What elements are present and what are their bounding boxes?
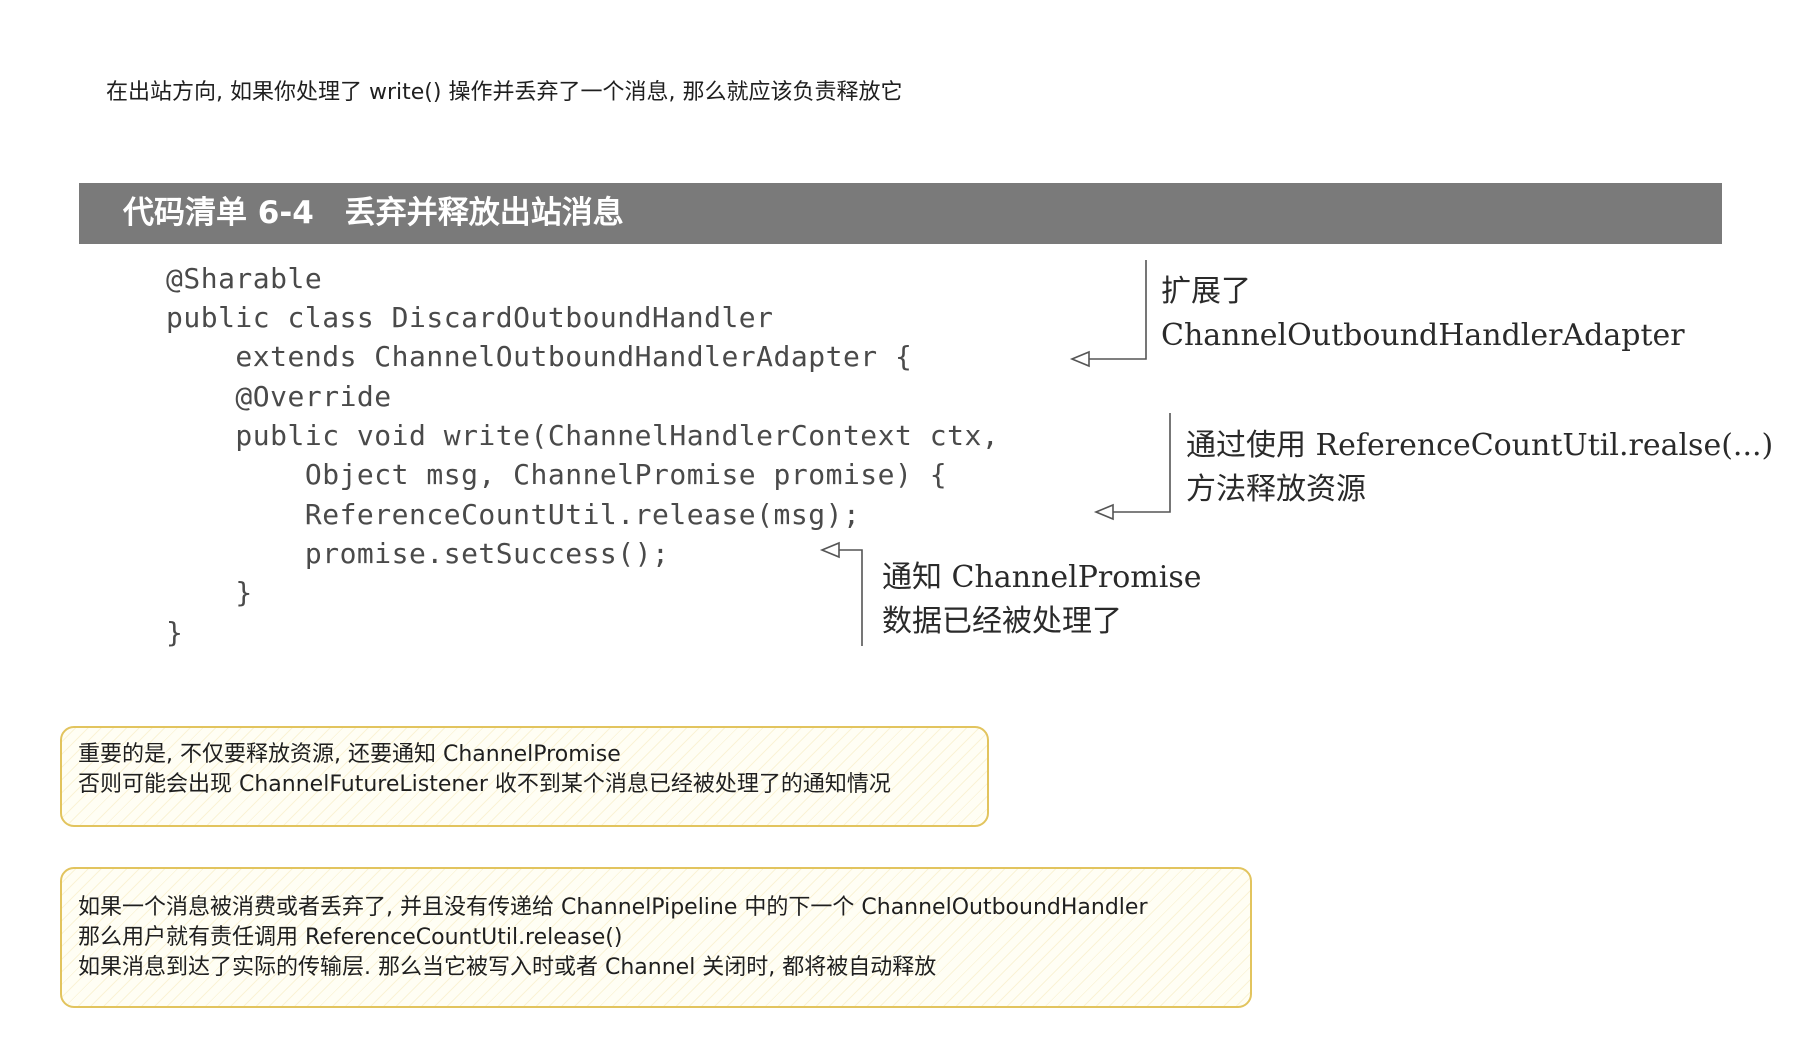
callout-arrow-set-success [838, 549, 863, 646]
note-promise-line1: 重要的是, 不仅要释放资源, 还要通知 ChannelPromise [78, 742, 621, 767]
note-box-promise: 重要的是, 不仅要释放资源, 还要通知 ChannelPromise 否则可能会… [60, 726, 989, 827]
annotation-set-success-line2: 数据已经被处理了 [882, 604, 1122, 639]
annotation-release: 通过使用 ReferenceCountUtil.realse(...) 方法释放… [1186, 424, 1773, 512]
annotation-extends-line1: 扩展了 [1161, 274, 1251, 309]
annotation-extends: 扩展了 ChannelOutboundHandlerAdapter [1161, 270, 1685, 358]
annotation-extends-line2: ChannelOutboundHandlerAdapter [1161, 318, 1685, 353]
callout-arrowhead-extends [1069, 350, 1090, 368]
annotation-set-success-line1: 通知 ChannelPromise [882, 560, 1202, 595]
callout-arrow-release [1111, 413, 1171, 513]
callout-arrowhead-set-success [819, 541, 840, 559]
annotation-set-success: 通知 ChannelPromise 数据已经被处理了 [882, 556, 1201, 644]
note-box-release: 如果一个消息被消费或者丢弃了, 并且没有传递给 ChannelPipeline … [60, 867, 1252, 1008]
annotation-release-line1: 通过使用 ReferenceCountUtil.realse(...) [1186, 428, 1774, 463]
note-promise-line2: 否则可能会出现 ChannelFutureListener 收不到某个消息已经被… [78, 772, 891, 797]
note-release-line3: 如果消息到达了实际的传输层. 那么当它被写入时或者 Channel 关闭时, 都… [78, 955, 937, 980]
note-release-line1: 如果一个消息被消费或者丢弃了, 并且没有传递给 ChannelPipeline … [78, 895, 1148, 920]
annotation-release-line2: 方法释放资源 [1186, 472, 1366, 507]
note-release-line2: 那么用户就有责任调用 ReferenceCountUtil.release() [78, 925, 623, 950]
callout-arrow-extends [1087, 260, 1147, 360]
callout-arrowhead-release [1093, 503, 1114, 521]
